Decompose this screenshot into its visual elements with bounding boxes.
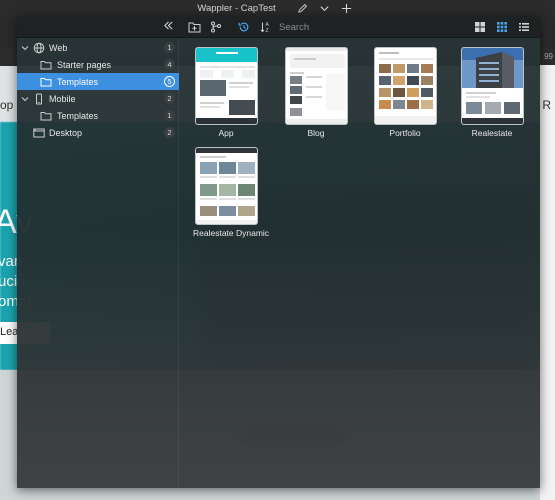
large-grid-view-icon[interactable] — [473, 20, 487, 34]
template-name: Blog — [307, 128, 325, 138]
template-thumbnail — [194, 47, 258, 125]
sort-az-icon[interactable]: AZ — [259, 20, 273, 34]
globe-icon — [33, 42, 45, 53]
template-card-realestate-dynamic[interactable]: Realestate Dynamic — [193, 147, 270, 238]
tree-item-label: Mobile — [49, 93, 76, 104]
collapse-sidebar-button[interactable] — [161, 20, 175, 34]
template-card-app[interactable]: App — [193, 47, 259, 138]
edge-text: op — [0, 98, 14, 112]
templates-panel: AZ Web 1 Starter pages — [17, 16, 540, 488]
folder-icon — [40, 77, 52, 86]
pencil-icon[interactable] — [297, 2, 309, 14]
item-count-badge: 2 — [164, 127, 175, 138]
chevron-down-icon[interactable] — [20, 43, 30, 53]
tree-item-web[interactable]: Web 1 — [17, 39, 179, 56]
panel-toolbar: AZ — [17, 16, 540, 38]
template-name: Realestate Dynamic — [193, 228, 270, 238]
small-grid-view-icon[interactable] — [495, 20, 509, 34]
chevron-down-icon[interactable] — [319, 2, 331, 14]
template-card-blog[interactable]: Blog — [283, 47, 349, 138]
new-folder-button[interactable] — [187, 20, 201, 34]
folder-icon — [40, 111, 52, 120]
folder-icon — [40, 60, 52, 69]
tree-item-label: Web — [49, 42, 68, 53]
tree-item-mobile-templates[interactable]: Templates 1 — [17, 107, 179, 124]
template-name: App — [218, 128, 234, 138]
tree-item-label: Desktop — [49, 127, 83, 138]
properties-panel — [540, 65, 555, 500]
item-count-badge: 1 — [164, 42, 175, 53]
template-card-portfolio[interactable]: Portfolio — [372, 47, 438, 138]
edge-text: R — [542, 98, 551, 112]
template-thumbnail — [194, 147, 258, 225]
history-icon[interactable] — [237, 20, 251, 34]
template-name: Realestate — [471, 128, 513, 138]
template-name: Portfolio — [389, 128, 421, 138]
template-thumbnail — [284, 47, 348, 125]
tree-item-label: Templates — [57, 76, 99, 87]
list-view-icon[interactable] — [517, 20, 531, 34]
template-card-realestate[interactable]: Realestate — [459, 47, 525, 138]
tree-item-desktop[interactable]: Desktop 2 — [17, 124, 179, 141]
item-count-badge: 5 — [164, 76, 175, 87]
tree-item-starter-pages[interactable]: Starter pages 4 — [17, 56, 179, 73]
template-thumbnail — [373, 47, 437, 125]
mobile-phone-icon — [36, 93, 42, 104]
title-bar: Wappler - CapTest — [0, 0, 555, 16]
item-count-badge: 4 — [164, 59, 175, 70]
window-title: Wappler - CapTest — [197, 2, 276, 14]
desktop-window-icon — [33, 128, 45, 137]
tree-item-label: Templates — [57, 110, 99, 121]
branch-icon[interactable] — [209, 20, 223, 34]
tree-item-label: Starter pages — [57, 59, 112, 70]
search-input[interactable] — [279, 20, 459, 35]
tree-item-web-templates[interactable]: Templates 5 — [17, 73, 179, 90]
item-count-badge: 2 — [164, 93, 175, 104]
template-tree: Web 1 Starter pages 4 Templates 5 Mobile… — [17, 38, 179, 488]
chevron-down-icon[interactable] — [20, 94, 30, 104]
item-count-badge: 1 — [164, 110, 175, 121]
ruler-number: 99 — [544, 52, 553, 61]
tree-item-mobile[interactable]: Mobile 2 — [17, 90, 179, 107]
svg-text:Z: Z — [265, 28, 268, 33]
plus-icon[interactable] — [341, 2, 353, 14]
template-thumbnail — [460, 47, 524, 125]
